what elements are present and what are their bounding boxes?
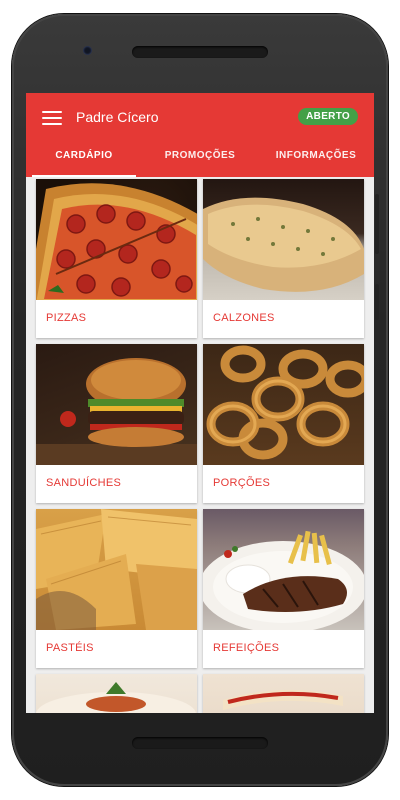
category-label: PORÇÕES (213, 477, 271, 489)
pastel-image (36, 509, 197, 630)
food-image (36, 674, 197, 713)
app-bar: Padre Cícero ABERTO CARDÁPIO PROMOÇÕES I… (26, 93, 374, 177)
onion-rings-image (203, 344, 364, 465)
tab-promocoes[interactable]: PROMOÇÕES (142, 145, 258, 177)
tab-informacoes[interactable]: INFORMAÇÕES (258, 145, 374, 177)
burger-image (36, 344, 197, 465)
category-label: PASTÉIS (46, 642, 94, 654)
bottom-speaker (132, 737, 268, 749)
category-card-pasteis[interactable]: PASTÉIS (36, 509, 197, 668)
food-image (203, 674, 364, 713)
category-label: PIZZAS (46, 312, 87, 324)
category-card-pizzas[interactable]: PIZZAS (36, 179, 197, 338)
page-title: Padre Cícero (76, 109, 159, 125)
category-label: CALZONES (213, 312, 275, 324)
category-card-sanduiches[interactable]: SANDUÍCHES (36, 344, 197, 503)
volume-button (375, 194, 379, 254)
steak-meal-image (203, 509, 364, 630)
hamburger-menu-icon[interactable] (42, 111, 62, 127)
category-card-partial-2[interactable] (203, 674, 364, 713)
category-card-partial-1[interactable] (36, 674, 197, 713)
tab-bar: CARDÁPIO PROMOÇÕES INFORMAÇÕES (26, 145, 374, 177)
category-card-porcoes[interactable]: PORÇÕES (203, 344, 364, 503)
calzone-image (203, 179, 364, 300)
front-camera (83, 46, 92, 55)
status-badge: ABERTO (298, 108, 358, 125)
screen: Padre Cícero ABERTO CARDÁPIO PROMOÇÕES I… (26, 93, 374, 713)
earpiece-speaker (132, 46, 268, 58)
category-label: SANDUÍCHES (46, 477, 122, 489)
category-card-refeicoes[interactable]: REFEIÇÕES (203, 509, 364, 668)
category-label: REFEIÇÕES (213, 642, 280, 654)
power-button (375, 284, 379, 320)
category-card-calzones[interactable]: CALZONES (203, 179, 364, 338)
pizza-image (36, 179, 197, 300)
tab-cardapio[interactable]: CARDÁPIO (26, 145, 142, 177)
